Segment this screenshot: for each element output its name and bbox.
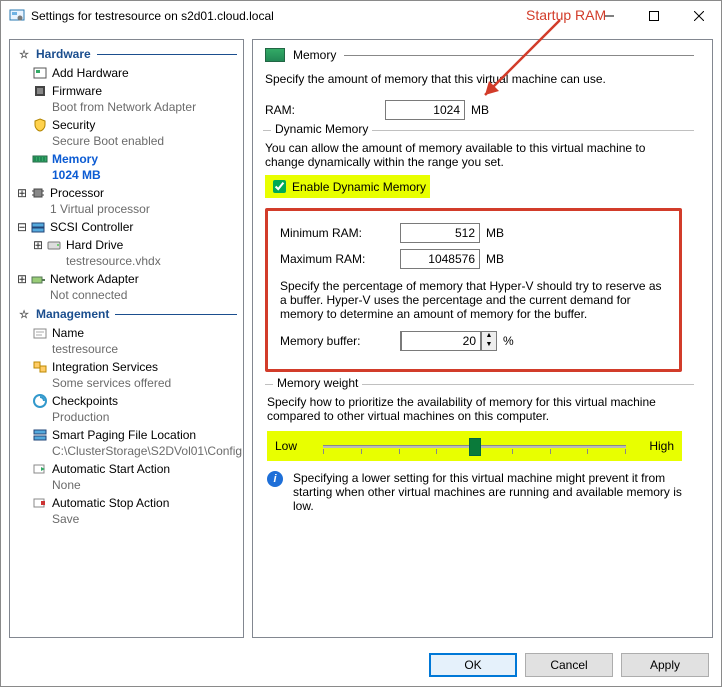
- panel-title: Memory: [293, 48, 336, 62]
- close-button[interactable]: [676, 1, 721, 31]
- maximize-button[interactable]: [631, 1, 676, 31]
- ram-label: RAM:: [265, 103, 385, 117]
- expand-icon[interactable]: ⊞: [16, 185, 28, 201]
- tree-integration[interactable]: Integration ServicesSome services offere…: [10, 358, 243, 392]
- tree-paging[interactable]: Smart Paging File LocationC:\ClusterStor…: [10, 426, 243, 460]
- memory-panel: Memory Specify the amount of memory that…: [252, 39, 713, 638]
- tree-network-adapter[interactable]: ⊞ Network AdapterNot connected: [10, 270, 243, 304]
- dynamic-memory-highlight: Minimum RAM: MB Maximum RAM: MB Specify …: [265, 208, 682, 372]
- cancel-button[interactable]: Cancel: [525, 653, 613, 677]
- memory-panel-icon: [265, 48, 285, 62]
- max-ram-input[interactable]: [400, 249, 480, 269]
- min-ram-input[interactable]: [400, 223, 480, 243]
- tree-hard-drive[interactable]: ⊞ Hard Drivetestresource.vhdx: [10, 236, 243, 270]
- memory-weight-group: Memory weight Specify how to prioritize …: [265, 384, 694, 513]
- tree-memory[interactable]: Memory1024 MB: [10, 150, 243, 184]
- slider-low-label: Low: [275, 439, 315, 453]
- max-ram-label: Maximum RAM:: [280, 252, 400, 266]
- hard-drive-icon: [46, 237, 62, 253]
- firmware-icon: [32, 83, 48, 99]
- tree-autostop[interactable]: Automatic Stop ActionSave: [10, 494, 243, 528]
- info-text: Specifying a lower setting for this virt…: [293, 471, 682, 513]
- memory-weight-slider-row: Low High: [267, 431, 682, 461]
- integration-icon: [32, 359, 48, 375]
- app-icon: [9, 8, 25, 24]
- settings-window: Startup RAM Settings for testresource on…: [0, 0, 722, 687]
- spin-up-icon[interactable]: ▲: [482, 332, 496, 341]
- memory-weight-desc: Specify how to prioritize the availabili…: [267, 395, 682, 423]
- tree-checkpoints[interactable]: CheckpointsProduction: [10, 392, 243, 426]
- info-icon: i: [267, 471, 283, 487]
- tree-add-hardware[interactable]: Add Hardware: [10, 64, 243, 82]
- buffer-label: Memory buffer:: [280, 334, 400, 348]
- memory-weight-title: Memory weight: [273, 376, 362, 390]
- expand-icon[interactable]: ⊞: [32, 237, 44, 253]
- management-section: ☆ Management: [10, 304, 243, 324]
- network-icon: [30, 271, 46, 287]
- tree-autostart[interactable]: Automatic Start ActionNone: [10, 460, 243, 494]
- expand-icon[interactable]: ⊞: [16, 271, 28, 287]
- dynamic-memory-title: Dynamic Memory: [271, 122, 372, 136]
- spin-down-icon[interactable]: ▼: [482, 341, 496, 350]
- memory-icon: [32, 151, 48, 167]
- scsi-icon: [30, 219, 46, 235]
- buffer-desc: Specify the percentage of memory that Hy…: [280, 279, 667, 321]
- tree-processor[interactable]: ⊞ Processor1 Virtual processor: [10, 184, 243, 218]
- collapse-icon[interactable]: ⊟: [16, 219, 28, 235]
- checkpoints-icon: [32, 393, 48, 409]
- window-title: Settings for testresource on s2d01.cloud…: [31, 9, 586, 23]
- tree-security[interactable]: SecuritySecure Boot enabled: [10, 116, 243, 150]
- apply-button[interactable]: Apply: [621, 653, 709, 677]
- minimize-button[interactable]: [586, 1, 631, 31]
- ok-button[interactable]: OK: [429, 653, 517, 677]
- autostart-icon: [32, 461, 48, 477]
- name-icon: [32, 325, 48, 341]
- settings-tree[interactable]: ☆ Hardware Add Hardware FirmwareBoot fro…: [9, 39, 244, 638]
- management-icon: ☆: [16, 306, 32, 322]
- buffer-spinner[interactable]: ▲▼: [400, 331, 497, 351]
- tree-scsi[interactable]: ⊟ SCSI Controller: [10, 218, 243, 236]
- slider-thumb[interactable]: [469, 438, 481, 456]
- min-ram-label: Minimum RAM:: [280, 226, 400, 240]
- memory-spec-text: Specify the amount of memory that this v…: [265, 72, 694, 86]
- enable-dynamic-memory[interactable]: Enable Dynamic Memory: [265, 175, 430, 198]
- buffer-input[interactable]: [401, 331, 481, 351]
- dynamic-memory-group: Dynamic Memory You can allow the amount …: [263, 130, 694, 372]
- hardware-icon: ☆: [16, 46, 32, 62]
- dynamic-memory-desc: You can allow the amount of memory avail…: [265, 141, 682, 169]
- ram-unit: MB: [471, 103, 489, 117]
- hardware-section: ☆ Hardware: [10, 44, 243, 64]
- processor-icon: [30, 185, 46, 201]
- add-hardware-icon: [32, 65, 48, 81]
- titlebar: Settings for testresource on s2d01.cloud…: [1, 1, 721, 31]
- security-icon: [32, 117, 48, 133]
- memory-weight-slider[interactable]: [323, 435, 626, 457]
- tree-firmware[interactable]: FirmwareBoot from Network Adapter: [10, 82, 243, 116]
- autostop-icon: [32, 495, 48, 511]
- dialog-buttons: OK Cancel Apply: [1, 644, 721, 686]
- tree-name[interactable]: Nametestresource: [10, 324, 243, 358]
- ram-input[interactable]: [385, 100, 465, 120]
- enable-dynamic-memory-checkbox[interactable]: [273, 180, 286, 193]
- slider-high-label: High: [634, 439, 674, 453]
- paging-icon: [32, 427, 48, 443]
